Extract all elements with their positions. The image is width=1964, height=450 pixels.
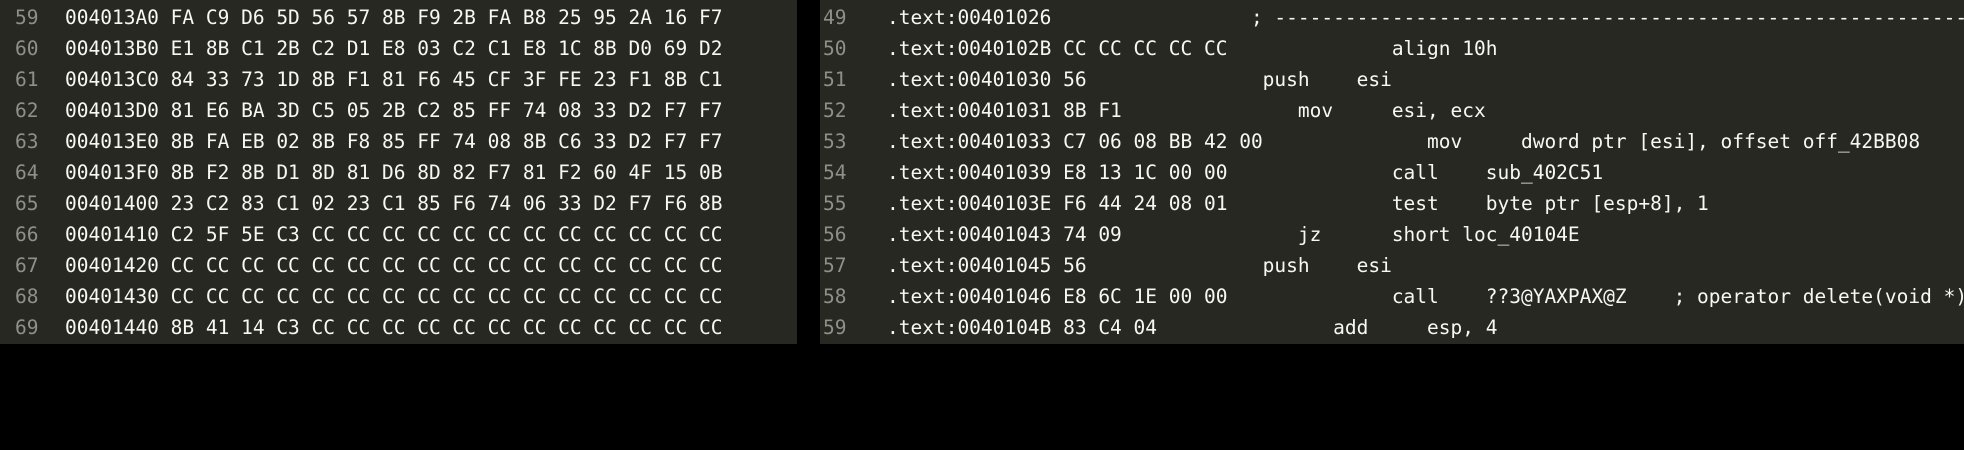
line-number: 68 [15,285,39,308]
line-number: 54 [823,161,847,184]
disasm-line-text[interactable]: .text:00401039 E8 13 1C 00 00 call sub_4… [887,157,1603,188]
disassembly-pane[interactable]: 49 .text:00401026 ; ---------------------… [820,0,1964,344]
disasm-line-text[interactable]: .text:00401033 C7 06 08 BB 42 00 mov dwo… [887,126,1920,157]
hex-line-text[interactable]: 00401430 CC CC CC CC CC CC CC CC CC CC C… [65,281,722,312]
line-number: 57 [823,254,847,277]
hex-line-text[interactable]: 00401400 23 C2 83 C1 02 23 C1 85 F6 74 0… [65,188,722,219]
disasm-line-text[interactable]: .text:00401046 E8 6C 1E 00 00 call ??3@Y… [887,281,1964,312]
line-number: 64 [15,161,39,184]
line-number: 55 [823,192,847,215]
line-number: 53 [823,130,847,153]
hex-line-text[interactable]: 004013B0 E1 8B C1 2B C2 D1 E8 03 C2 C1 E… [65,33,722,64]
line-number: 62 [15,99,39,122]
disasm-line-text[interactable]: .text:00401043 74 09 jz short loc_40104E [887,219,1580,250]
hex-line-text[interactable]: 004013A0 FA C9 D6 5D 56 57 8B F9 2B FA B… [65,2,722,33]
line-number: 52 [823,99,847,122]
line-number: 63 [15,130,39,153]
line-number: 59 [823,316,847,339]
disasm-line-text[interactable]: .text:00401031 8B F1 mov esi, ecx [887,95,1486,126]
disasm-line-text[interactable]: .text:0040102B CC CC CC CC CC align 10h [887,33,1497,64]
hex-line-text[interactable]: 004013E0 8B FA EB 02 8B F8 85 FF 74 08 8… [65,126,722,157]
line-number: 51 [823,68,847,91]
hex-line-text[interactable]: 00401410 C2 5F 5E C3 CC CC CC CC CC CC C… [65,219,722,250]
line-number: 49 [823,6,847,29]
hex-dump-pane[interactable]: 59 004013A0 FA C9 D6 5D 56 57 8B F9 2B FA… [0,0,797,344]
hex-line-text[interactable]: 004013C0 84 33 73 1D 8B F1 81 F6 45 CF 3… [65,64,722,95]
disasm-line-text[interactable]: .text:00401045 56 push esi [887,250,1392,281]
hex-line-text[interactable]: 004013F0 8B F2 8B D1 8D 81 D6 8D 82 F7 8… [65,157,722,188]
hex-line-text[interactable]: 00401440 8B 41 14 C3 CC CC CC CC CC CC C… [65,312,722,343]
screen: 59 004013A0 FA C9 D6 5D 56 57 8B F9 2B FA… [0,0,1964,450]
line-number: 60 [15,37,39,60]
line-number: 50 [823,37,847,60]
disasm-line-text[interactable]: .text:00401026 ; -----------------------… [887,2,1964,33]
line-number: 66 [15,223,39,246]
line-number: 56 [823,223,847,246]
disasm-line-text[interactable]: .text:00401030 56 push esi [887,64,1392,95]
line-number: 59 [15,6,39,29]
hex-line-text[interactable]: 004013D0 81 E6 BA 3D C5 05 2B C2 85 FF 7… [65,95,722,126]
line-number: 65 [15,192,39,215]
disasm-line-text[interactable]: .text:0040103E F6 44 24 08 01 test byte … [887,188,1709,219]
hex-line-text[interactable]: 00401420 CC CC CC CC CC CC CC CC CC CC C… [65,250,722,281]
line-number: 61 [15,68,39,91]
line-number: 58 [823,285,847,308]
line-number: 67 [15,254,39,277]
disasm-line-text[interactable]: .text:0040104B 83 C4 04 add esp, 4 [887,312,1497,343]
line-number: 69 [15,316,39,339]
